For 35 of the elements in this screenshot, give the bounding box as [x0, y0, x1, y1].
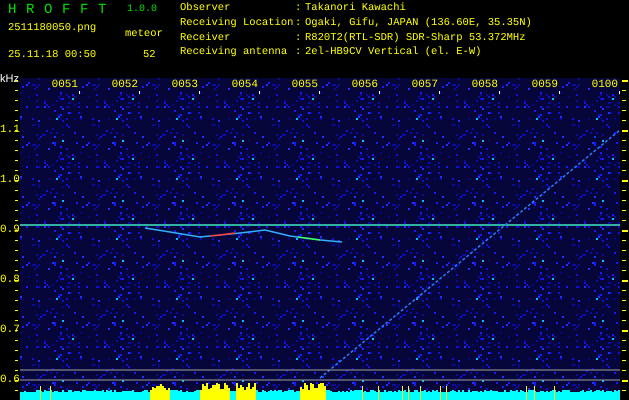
unit-label: kHz	[0, 73, 19, 85]
time-label: 0053	[170, 79, 199, 91]
meteor-count: 52	[142, 48, 157, 61]
frequency-label: 0.8	[0, 274, 20, 286]
frequency-label: 0.9	[0, 224, 20, 236]
info-value: Ogaki, Gifu, JAPAN (136.60E, 35.35N)	[305, 16, 532, 31]
frequency-label: 0.6	[0, 374, 20, 386]
time-label: 0054	[230, 79, 259, 91]
frequency-label: 1.1	[0, 124, 20, 136]
time-label: 0058	[470, 79, 499, 91]
info-label: Observer	[180, 2, 232, 16]
time-label: 0055	[290, 79, 319, 91]
version-label: 1.0.0	[126, 3, 158, 17]
time-label: 0051	[50, 79, 79, 91]
info-value: R820T2(RTL-SDR) SDR-Sharp 53.372MHz	[305, 32, 527, 46]
time-label: 0056	[350, 79, 379, 91]
info-label: Receiving Location	[180, 16, 294, 31]
app-title: HROFFT	[8, 2, 118, 18]
info-label: Receiver	[180, 32, 232, 46]
separator: :	[295, 32, 302, 46]
meteor-label: meteor	[125, 28, 164, 40]
info-value: Takanori Kawachi	[305, 2, 407, 16]
frequency-label: 1.0	[0, 174, 20, 186]
frequency-label: 0.7	[0, 324, 20, 336]
info-label: Receiving antenna	[180, 46, 288, 60]
date-time: 25.11.18 00:50	[8, 48, 98, 61]
time-label: 0052	[110, 79, 139, 91]
time-label: 0057	[410, 79, 439, 91]
separator: :	[295, 2, 302, 16]
file-name: 2511180050.png	[8, 22, 98, 36]
separator: :	[295, 46, 302, 60]
time-label: 0100	[590, 79, 619, 91]
time-label: 0059	[530, 79, 559, 91]
separator: :	[295, 16, 302, 31]
info-value: 2el-HB9CV Vertical (el. E-W)	[305, 46, 482, 60]
